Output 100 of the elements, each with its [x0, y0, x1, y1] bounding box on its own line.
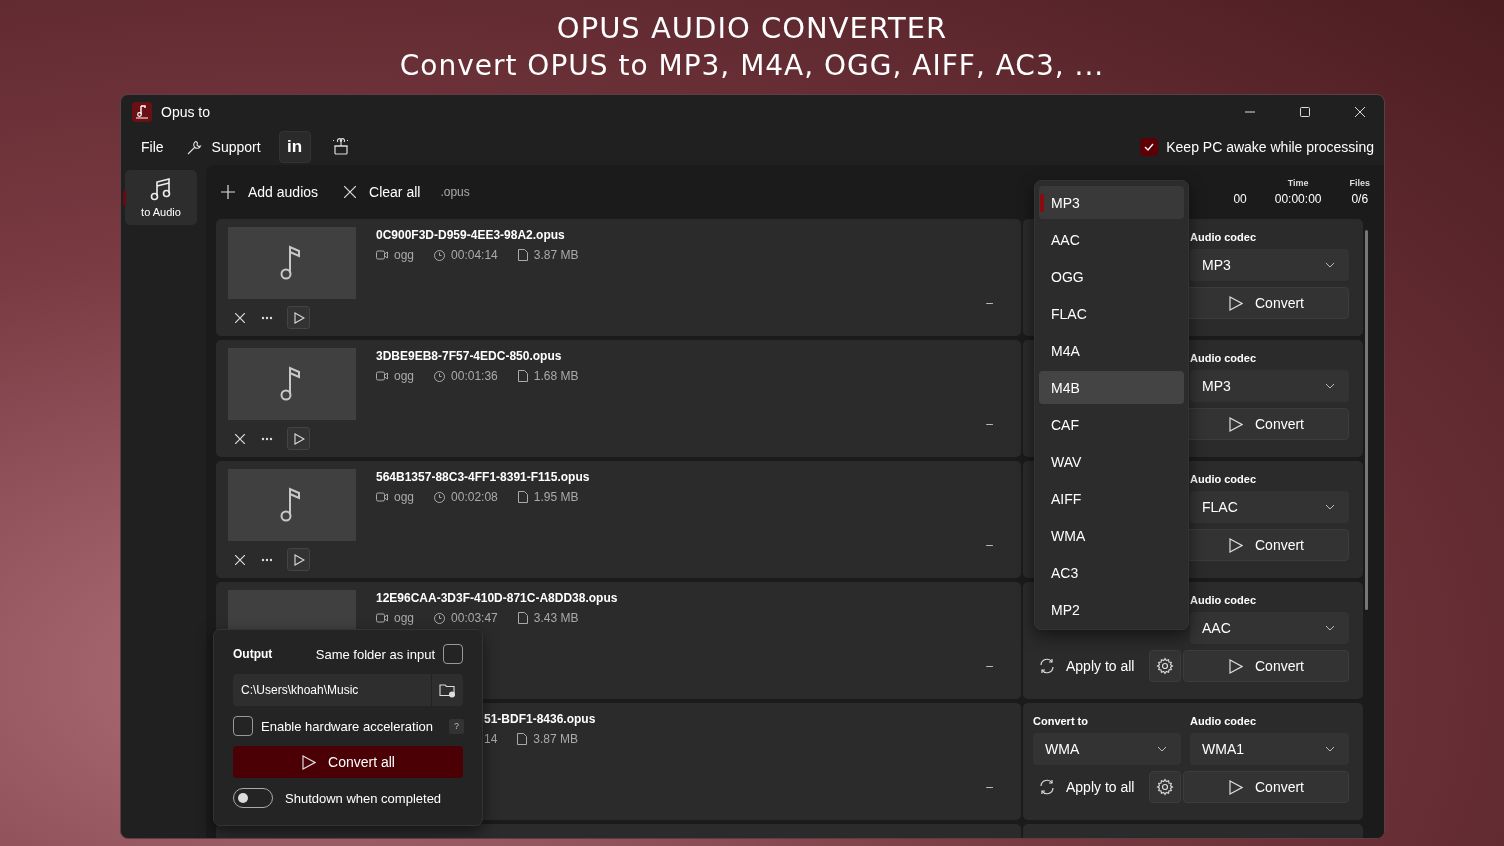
- app-icon: [132, 102, 152, 122]
- banner-title: OPUS AUDIO CONVERTER: [556, 10, 948, 47]
- add-audios-button[interactable]: Add audios: [221, 184, 319, 200]
- play-button[interactable]: [287, 427, 310, 450]
- settings-button[interactable]: [1149, 771, 1181, 803]
- audio-codec-label: Audio codec: [1190, 352, 1257, 364]
- chevron-down-icon: [1157, 746, 1167, 752]
- nav-item[interactable]: to Audio: [125, 170, 197, 225]
- format-option[interactable]: AIFF: [1039, 482, 1184, 515]
- file-duration: 00:02:08: [451, 490, 498, 504]
- settings-button[interactable]: [1149, 650, 1181, 682]
- codec-dropdown[interactable]: WMA1: [1190, 733, 1349, 765]
- file-size: 3.87 MB: [533, 248, 579, 262]
- close-icon[interactable]: [1354, 106, 1366, 118]
- gear-icon: [1156, 778, 1174, 796]
- format-option[interactable]: WMA: [1039, 519, 1184, 552]
- hardware-acceleration-checkbox[interactable]: [233, 716, 253, 736]
- format-option[interactable]: FLAC: [1039, 297, 1184, 330]
- stat-value: 00: [1233, 192, 1247, 206]
- clear-all-button[interactable]: Clear all: [344, 184, 421, 200]
- format-option[interactable]: MP2: [1039, 593, 1184, 626]
- convert-button[interactable]: Convert: [1183, 771, 1349, 803]
- play-icon: [1228, 295, 1243, 311]
- play-button[interactable]: [287, 548, 310, 571]
- support-button[interactable]: Support: [185, 138, 261, 156]
- banner-subtitle: Convert OPUS to MP3, M4A, OGG, AIFF, AC3, ...: [399, 48, 1105, 84]
- more-icon[interactable]: [261, 315, 273, 320]
- close-icon: [344, 186, 357, 198]
- play-icon: [1228, 779, 1243, 795]
- remove-icon[interactable]: [235, 312, 245, 323]
- gear-icon: [1156, 657, 1174, 675]
- gift-icon[interactable]: [330, 138, 351, 156]
- format-option[interactable]: AAC: [1039, 223, 1184, 256]
- file-duration: 00:03:47: [451, 611, 498, 625]
- remove-icon[interactable]: [235, 433, 245, 444]
- apply-to-all-button[interactable]: Apply to all: [1033, 650, 1143, 682]
- apply-to-all-button[interactable]: Apply to all: [1033, 771, 1143, 803]
- file-size: 3.87 MB: [533, 732, 579, 746]
- file-format: ogg: [394, 248, 415, 262]
- format-option[interactable]: M4B: [1039, 371, 1184, 404]
- codec-dropdown[interactable]: MP3: [1190, 249, 1349, 281]
- file-duration: 14: [484, 732, 498, 746]
- chevron-down-icon: [1325, 262, 1335, 268]
- scrollbar[interactable]: [1365, 230, 1368, 610]
- convert-button[interactable]: Convert: [1183, 650, 1349, 682]
- audio-codec-label: Audio codec: [1190, 473, 1257, 485]
- wrench-icon: [185, 138, 203, 156]
- file-format: ogg: [394, 369, 415, 383]
- play-icon: [1228, 416, 1243, 432]
- play-icon: [292, 311, 305, 324]
- play-icon: [1228, 658, 1243, 674]
- chevron-down-icon: [1325, 504, 1335, 510]
- more-icon[interactable]: [261, 436, 273, 441]
- play-icon: [292, 553, 305, 566]
- browse-folder-button[interactable]: [431, 674, 463, 706]
- clock-icon: [434, 370, 446, 382]
- linkedin-button[interactable]: in: [278, 131, 311, 163]
- same-folder-checkbox[interactable]: [443, 644, 463, 664]
- file-icon: [517, 733, 528, 745]
- format-option[interactable]: CAF: [1039, 408, 1184, 441]
- codec-dropdown[interactable]: AAC: [1190, 612, 1349, 644]
- format-option[interactable]: WAV: [1039, 445, 1184, 478]
- stat-value: 00:00:00: [1274, 192, 1322, 206]
- video-icon: [376, 250, 388, 260]
- help-button[interactable]: ?: [449, 718, 464, 734]
- file-icon: [517, 249, 528, 261]
- more-icon[interactable]: [261, 557, 273, 562]
- stat-label: Time: [1287, 178, 1309, 189]
- file-menu[interactable]: File: [141, 139, 164, 155]
- play-icon: [301, 754, 317, 770]
- play-icon: [1228, 537, 1243, 553]
- format-dropdown[interactable]: WMA: [1033, 733, 1181, 765]
- format-option[interactable]: AC3: [1039, 556, 1184, 589]
- status-text: –: [986, 780, 993, 794]
- convert-all-button[interactable]: Convert all: [233, 746, 463, 778]
- status-text: –: [986, 538, 993, 552]
- play-button[interactable]: [287, 306, 310, 329]
- file-extension: .opus: [440, 185, 470, 199]
- file-name: 12E96CAA-3D3F-410D-871C-A8DD38.opus: [376, 591, 618, 605]
- output-label: Output: [233, 647, 273, 661]
- file-name: 3DBE9EB8-7F57-4EDC-850.opus: [376, 349, 563, 363]
- file-format: ogg: [394, 490, 415, 504]
- format-option[interactable]: OGG: [1039, 260, 1184, 293]
- stat-label: Files: [1349, 178, 1370, 189]
- music-note-icon: [150, 177, 172, 203]
- clock-icon: [434, 612, 446, 624]
- codec-dropdown[interactable]: MP3: [1190, 370, 1349, 402]
- chevron-down-icon: [1325, 383, 1335, 389]
- file-icon: [517, 491, 528, 503]
- format-option[interactable]: MP3: [1039, 186, 1184, 219]
- status-text: –: [986, 659, 993, 673]
- codec-dropdown[interactable]: FLAC: [1190, 491, 1349, 523]
- format-option[interactable]: M4A: [1039, 334, 1184, 367]
- file-name: 0C900F3D-D959-4EE3-98A2.opus: [376, 228, 566, 242]
- output-path-field[interactable]: C:\Users\khoah\Music: [233, 674, 431, 706]
- keep-awake-checkbox[interactable]: [1140, 138, 1159, 156]
- maximize-icon[interactable]: [1299, 106, 1311, 118]
- check-icon: [1143, 141, 1156, 153]
- remove-icon[interactable]: [235, 554, 245, 565]
- stat-value: 0/6: [1351, 192, 1369, 206]
